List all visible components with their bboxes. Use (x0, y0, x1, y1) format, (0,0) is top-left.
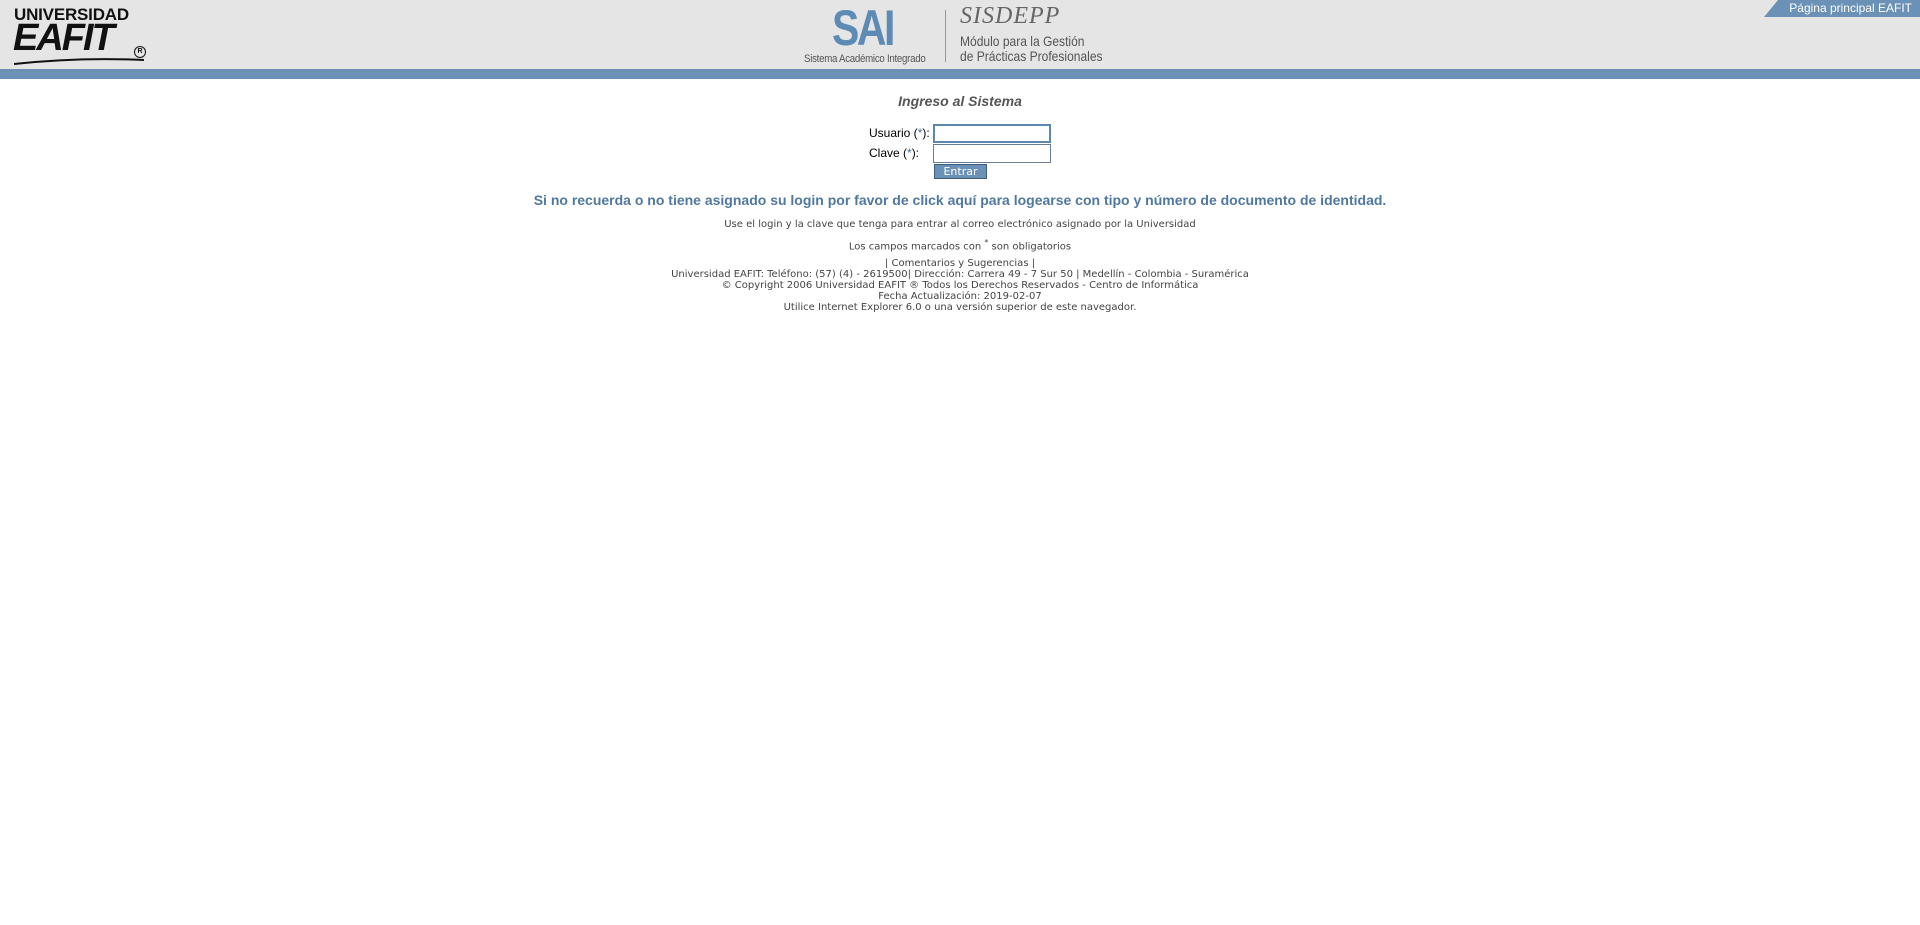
document-login-link[interactable]: Si no recuerda o no tiene asignado su lo… (0, 192, 1920, 208)
eafit-logo-line2: EAFIT (13, 17, 115, 59)
login-submit-button[interactable]: Entrar (934, 164, 987, 179)
required-fields-note: Los campos marcados con * son obligatori… (0, 238, 1920, 252)
password-label: Clave (*): (869, 146, 919, 160)
sai-logo-text: SAI (832, 0, 895, 56)
footer-copyright: © Copyright 2006 Universidad EAFIT ® Tod… (721, 280, 1199, 291)
eafit-swoosh-icon (14, 58, 144, 65)
footer-links: | Comentarios y Sugerencias | (0, 258, 1920, 269)
page-header: UNIVERSIDAD EAFIT R SAI Sistema Académic… (0, 0, 1920, 69)
username-label-text: Usuario ( (869, 126, 918, 140)
password-row: Clave (*): (869, 144, 1054, 163)
footer-links-suffix: | (1028, 258, 1036, 269)
login-hint-text: Use el login y la clave que tenga para e… (724, 219, 1196, 230)
username-label: Usuario (*): (869, 126, 930, 140)
sisdepp-logo-title: SISDEPP (960, 3, 1061, 29)
sisdepp-logo-subtitle: Módulo para la Gestión de Prácticas Prof… (960, 34, 1103, 64)
feedback-link[interactable]: Comentarios y Sugerencias (891, 258, 1028, 269)
required-note-suffix: son obligatorios (988, 241, 1072, 253)
page-footer: | Comentarios y Sugerencias | Universida… (0, 258, 1920, 313)
footer-updated-date: Fecha Actualización: 2019-02-07 (878, 291, 1042, 302)
password-input[interactable] (933, 144, 1051, 163)
password-label-end: ): (911, 146, 920, 160)
username-row: Usuario (*): (869, 124, 1054, 143)
required-note-prefix: Los campos marcados con (848, 241, 985, 253)
home-page-link[interactable]: Página principal EAFIT (1764, 0, 1920, 17)
footer-browser-note: Utilice Internet Explorer 6.0 o una vers… (783, 302, 1137, 313)
footer-contact: Universidad EAFIT: Teléfono: (57) (4) - … (671, 269, 1249, 280)
header-accent-bar (0, 69, 1920, 79)
sisdepp-subtitle-line1: Módulo para la Gestión (960, 33, 1085, 49)
sisdepp-subtitle-line2: de Prácticas Profesionales (960, 48, 1103, 64)
username-input[interactable] (933, 124, 1051, 143)
username-label-end: ): (922, 126, 930, 140)
password-label-text: Clave ( (869, 146, 908, 160)
logo-divider (945, 10, 946, 62)
sai-logo-subtitle: Sistema Académico Integrado (804, 53, 926, 65)
page-title: Ingreso al Sistema (898, 93, 1022, 109)
sisdepp-logo: SISDEPP Módulo para la Gestión de Prácti… (960, 2, 1120, 66)
eafit-logo: UNIVERSIDAD EAFIT R (13, 5, 149, 65)
sai-logo: SAI Sistema Académico Integrado (800, 2, 940, 66)
